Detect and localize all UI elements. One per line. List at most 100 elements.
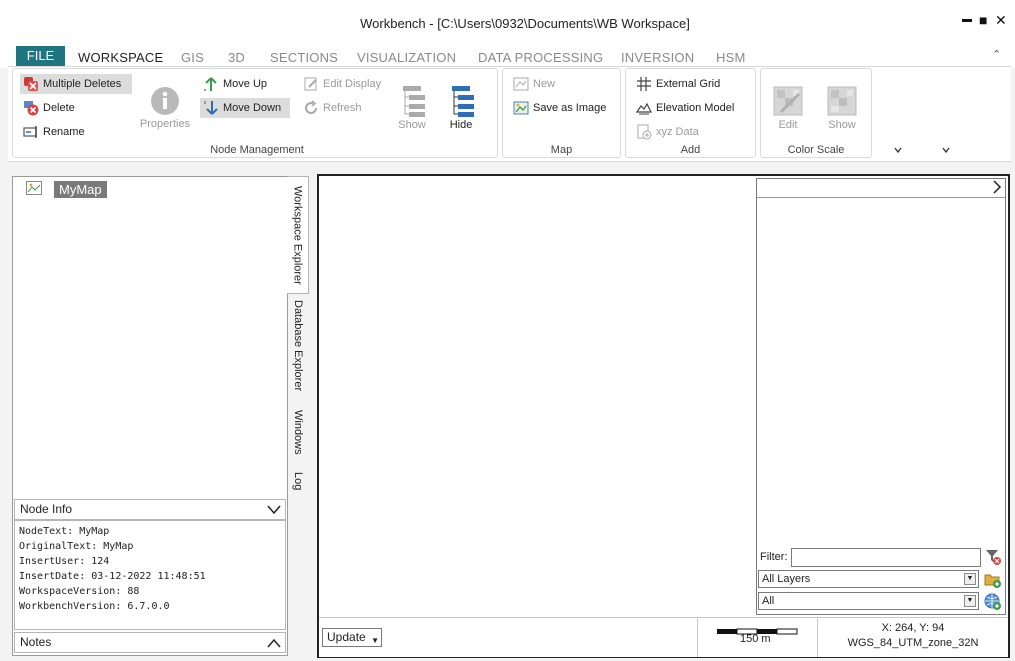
properties-button[interactable]: Properties [136, 86, 194, 130]
clear-filter-icon[interactable] [984, 548, 1002, 569]
node-management-group-label: Node Management [210, 144, 304, 156]
tab-sections[interactable]: SECTIONS [270, 50, 338, 65]
tab-file[interactable]: FILE [16, 46, 65, 66]
add-group-label: Add [680, 144, 701, 156]
tab-3d[interactable]: 3D [228, 50, 245, 65]
tab-workspace[interactable]: WORKSPACE [78, 50, 163, 65]
node-info-line: WorkspaceVersion: 88 [19, 586, 140, 597]
window-title: Workbench - [C:\Users\0932\Documents\WB … [360, 16, 690, 31]
delete-label: Delete [43, 102, 75, 114]
show-color-scale-label: Show [828, 119, 856, 131]
workspace-explorer-tab-label: Workspace Explorer [291, 185, 304, 285]
tree-node-mymap[interactable]: MyMap [54, 181, 107, 198]
scale-label: 150 m [740, 633, 771, 645]
rename-icon [23, 124, 39, 140]
hide-tree-icon [446, 84, 476, 118]
delete-button[interactable]: Delete [20, 98, 78, 118]
tab-workspace-explorer[interactable]: Workspace Explorer [287, 176, 309, 294]
chevron-right-icon[interactable] [991, 180, 1003, 197]
hide-nodes-button[interactable]: Hide [441, 84, 481, 131]
map-node-icon [26, 181, 42, 198]
node-info-line: OriginalText: MyMap [19, 541, 134, 552]
add-folder-icon[interactable] [984, 571, 1002, 592]
workspace-tree [14, 178, 286, 496]
move-down-button[interactable]: Move Down [200, 98, 290, 118]
filter-input[interactable] [791, 548, 981, 567]
xyz-data-label: xyz Data [656, 126, 699, 138]
update-label: Update [327, 630, 366, 644]
multiple-deletes-button[interactable]: Multiple Deletes [20, 74, 132, 94]
node-info-line: NodeText: MyMap [19, 526, 110, 537]
elevation-model-button[interactable]: Elevation Model [633, 98, 737, 118]
elevation-icon [635, 100, 652, 116]
status-divider [697, 617, 698, 657]
tab-visualization[interactable]: VISUALIZATION [357, 50, 456, 65]
tab-gis[interactable]: GIS [181, 50, 204, 65]
notes-header[interactable]: Notes [14, 632, 286, 653]
arrow-up-icon [203, 76, 219, 92]
map-group-label: Map [550, 144, 573, 156]
new-map-button[interactable]: New [510, 74, 558, 94]
edit-color-scale-button[interactable]: Edit [770, 86, 806, 131]
save-as-image-label: Save as Image [533, 102, 607, 114]
node-info-content: NodeText: MyMap OriginalText: MyMap Inse… [14, 520, 286, 630]
edit-color-scale-label: Edit [778, 119, 798, 131]
refresh-label: Refresh [323, 102, 362, 114]
close-button[interactable]: ✕ [995, 12, 1007, 29]
xyz-data-button[interactable]: xyz Data [633, 122, 702, 142]
maximize-button[interactable]: ■ [979, 12, 987, 28]
scope-select[interactable]: All ▼ [758, 592, 979, 610]
color-scale-group-label: Color Scale [787, 144, 845, 156]
chevron-down-icon[interactable] [941, 144, 951, 158]
xyz-data-icon [636, 124, 652, 140]
edit-display-button[interactable]: Edit Display [300, 74, 384, 94]
save-as-image-button[interactable]: Save as Image [510, 98, 609, 118]
tab-database-explorer[interactable]: Database Explorer [292, 300, 304, 391]
crs-label: WGS_84_UTM_zone_32N [847, 637, 979, 649]
external-grid-button[interactable]: External Grid [633, 74, 723, 94]
node-info-line: InsertDate: 03-12-2022 11:48:51 [19, 571, 206, 582]
layer-type-select[interactable]: All Layers ▼ [758, 570, 979, 588]
move-up-label: Move Up [223, 78, 268, 90]
dropdown-arrow-icon[interactable]: ▼ [964, 573, 976, 585]
show-label: Show [398, 119, 426, 131]
rename-label: Rename [43, 126, 85, 138]
layers-list[interactable] [757, 197, 1005, 546]
collapse-ribbon-icon[interactable]: ⌃ [992, 48, 1001, 61]
node-info-line: WorkbenchVersion: 6.7.0.0 [19, 601, 170, 612]
tab-inversion[interactable]: INVERSION [621, 50, 694, 65]
tab-hsm[interactable]: HSM [716, 50, 746, 65]
hide-label: Hide [449, 119, 473, 131]
add-globe-icon[interactable] [984, 593, 1002, 614]
node-info-line: InsertUser: 124 [19, 556, 110, 567]
layer-type-value: All Layers [762, 573, 811, 585]
notes-title: Notes [20, 635, 52, 649]
node-info-header[interactable]: Node Info [14, 499, 286, 520]
filter-label: Filter: [760, 551, 788, 563]
dropdown-arrow-icon[interactable]: ▼ [964, 595, 976, 607]
minimize-button[interactable]: ▬ [962, 14, 972, 25]
show-nodes-button[interactable]: Show [392, 84, 432, 131]
expand-chevron-icon[interactable] [267, 636, 281, 655]
move-up-button[interactable]: Move Up [200, 74, 270, 94]
multiple-deletes-label: Multiple Deletes [43, 78, 122, 90]
update-dropdown[interactable]: Update ▼ [322, 628, 382, 647]
tab-log[interactable]: Log [292, 472, 304, 490]
refresh-button[interactable]: Refresh [300, 98, 365, 118]
save-image-icon [513, 100, 529, 116]
tab-windows[interactable]: Windows [292, 410, 304, 455]
move-down-label: Move Down [223, 102, 282, 114]
edit-display-icon [303, 76, 319, 92]
dropdown-arrow-icon[interactable]: ▼ [371, 632, 379, 649]
rename-button[interactable]: Rename [20, 122, 88, 142]
external-grid-label: External Grid [656, 78, 721, 90]
show-color-scale-button[interactable]: Show [824, 86, 860, 131]
scope-value: All [762, 595, 775, 607]
grid-icon [636, 76, 652, 92]
new-label: New [533, 78, 556, 90]
tab-data-processing[interactable]: DATA PROCESSING [478, 50, 603, 65]
cursor-coordinates: X: 264, Y: 94 [881, 622, 945, 634]
elevation-model-label: Elevation Model [656, 102, 735, 114]
chevron-down-icon[interactable] [893, 144, 903, 158]
refresh-icon [303, 100, 319, 116]
